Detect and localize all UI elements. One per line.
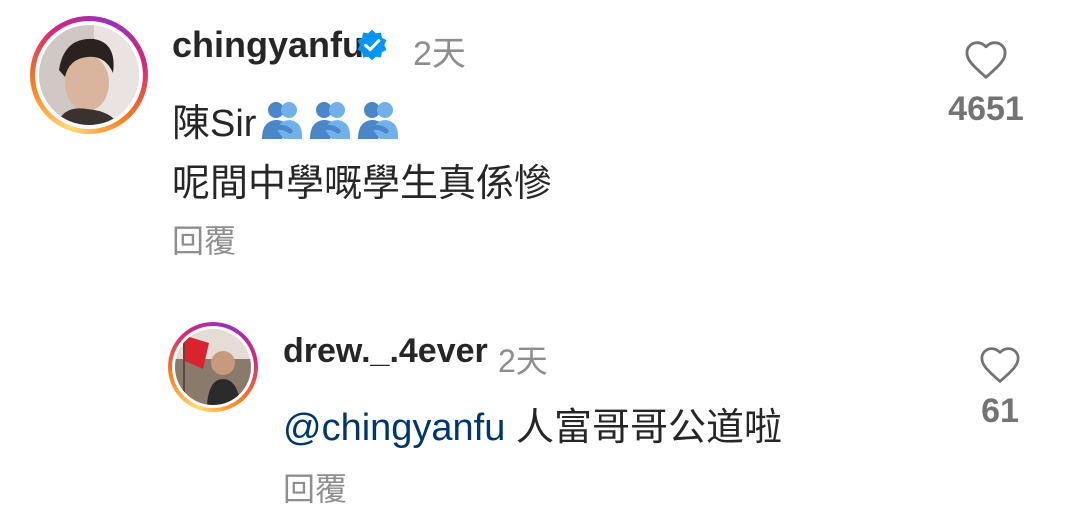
- like-section: 61: [956, 346, 1044, 431]
- people-hugging-emoji-icon: [262, 101, 303, 139]
- avatar-photo-icon: [175, 329, 251, 405]
- avatar[interactable]: [39, 25, 139, 125]
- reply-button[interactable]: 回覆: [172, 216, 236, 262]
- people-hugging-emoji-icon: [358, 101, 399, 139]
- avatar-story-ring[interactable]: [30, 16, 148, 134]
- comment-timestamp: 2天: [413, 35, 466, 73]
- avatar-border: [35, 21, 143, 129]
- avatar[interactable]: [175, 329, 251, 405]
- comment-username[interactable]: drew._.4ever: [283, 332, 488, 371]
- comment-username[interactable]: chingyanfu: [172, 24, 364, 66]
- people-hugging-emoji-icon: [310, 101, 351, 139]
- comment-text-line: @chingyanfu 人富哥哥公道啦: [283, 396, 782, 451]
- comment-text: 呢間中學嘅學生真係慘: [172, 163, 553, 205]
- comment-text: 人富哥哥公道啦: [505, 407, 782, 449]
- comment: chingyanfu 2天 陳Sir 呢間中學嘅學生真係慘 回覆 4651: [0, 0, 1079, 290]
- like-count: 61: [981, 392, 1019, 430]
- comment-text: 陳Sir: [172, 103, 257, 145]
- avatar-border: [172, 326, 254, 408]
- heart-icon[interactable]: [964, 40, 1008, 80]
- heart-icon[interactable]: [979, 346, 1021, 384]
- mention-link[interactable]: @chingyanfu: [283, 407, 505, 449]
- avatar-photo-icon: [39, 25, 139, 125]
- comment-reply: drew._.4ever 2天 @chingyanfu 人富哥哥公道啦 回覆 6…: [0, 300, 1079, 507]
- reply-button[interactable]: 回覆: [283, 464, 347, 510]
- like-count: 4651: [948, 90, 1024, 128]
- comment-timestamp: 2天: [498, 343, 548, 379]
- avatar-story-ring[interactable]: [168, 322, 258, 412]
- verified-badge-icon: [357, 29, 387, 61]
- like-section: 4651: [938, 40, 1034, 129]
- comment-text-line: 陳Sir: [172, 92, 400, 147]
